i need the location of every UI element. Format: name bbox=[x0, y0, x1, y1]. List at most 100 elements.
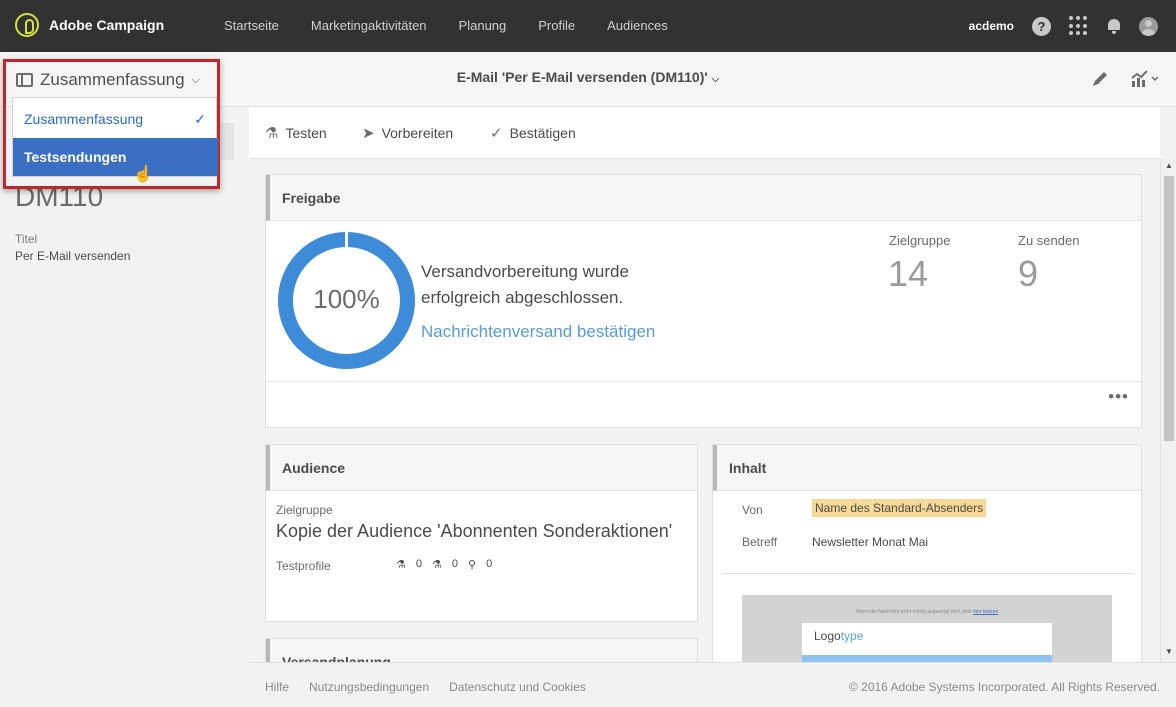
versandplanung-title: Versandplanung bbox=[266, 639, 697, 662]
action-toolbar: ⚗ Testen ➤ Vorbereiten ✓ Bestätigen bbox=[249, 107, 1160, 159]
copyright: © 2016 Adobe Systems Incorporated. All R… bbox=[848, 680, 1160, 694]
seed-icon: ⚲ bbox=[468, 559, 477, 571]
title-value: Per E-Mail versenden bbox=[15, 249, 131, 263]
preview-header-note: Wenn die Nachricht nicht richtig angezei… bbox=[742, 609, 1112, 615]
freigabe-title: Freigabe bbox=[266, 175, 1141, 221]
notifications-bell-icon[interactable] bbox=[1107, 18, 1121, 34]
main-content: ⚗ Testen ➤ Vorbereiten ✓ Bestätigen Frei… bbox=[249, 107, 1160, 662]
flask-icon: ⚗ bbox=[265, 125, 279, 142]
count: 0 bbox=[451, 558, 458, 570]
flask-icon: ⚗ bbox=[396, 559, 406, 571]
prepare-button-label: Vorbereiten bbox=[381, 125, 454, 141]
hand-cursor-icon: ☝ bbox=[133, 166, 153, 183]
confirm-button[interactable]: ✓ Bestätigen bbox=[490, 124, 576, 142]
logo-text: Logo bbox=[814, 629, 841, 643]
to-send-label: Zu senden bbox=[1018, 233, 1080, 248]
email-preview[interactable]: Wenn die Nachricht nicht richtig angezei… bbox=[742, 595, 1112, 662]
status-message: Versandvorbereitung wurde erfolgreich ab… bbox=[421, 259, 681, 311]
logo-text-accent: type bbox=[840, 629, 864, 643]
card-divider bbox=[266, 381, 1141, 382]
subject-value: Newsletter Monat Mai bbox=[812, 535, 929, 549]
count: 0 bbox=[486, 558, 493, 570]
adobe-campaign-logo-icon bbox=[15, 13, 39, 37]
audience-title: Audience bbox=[266, 445, 697, 491]
view-switch-dropdown: Zusammenfassung ⌵ Zusammenfassung ✓ Test… bbox=[3, 59, 220, 189]
panel-layout-icon bbox=[16, 73, 33, 87]
avatar[interactable] bbox=[1139, 16, 1158, 36]
versandplanung-card: Versandplanung bbox=[265, 638, 698, 662]
preview-banner bbox=[802, 655, 1052, 662]
target-label: Zielgruppe bbox=[889, 233, 951, 248]
menu-item-zusammenfassung[interactable]: Zusammenfassung ✓ bbox=[13, 100, 218, 138]
title-label: Titel bbox=[15, 232, 38, 246]
scroll-down-arrow-icon[interactable]: ▼ bbox=[1165, 647, 1173, 656]
audience-target-label: Zielgruppe bbox=[276, 503, 333, 517]
status-line: erfolgreich abgeschlossen. bbox=[421, 288, 624, 307]
inhalt-card: Inhalt Von Name des Standard-Absenders B… bbox=[712, 444, 1142, 662]
nav-item-audiences[interactable]: Audiences bbox=[591, 0, 684, 52]
inhalt-title: Inhalt bbox=[713, 445, 1141, 491]
view-switch-menu: Zusammenfassung ✓ Testsendungen ☝ bbox=[12, 97, 218, 183]
footer-link-datenschutz[interactable]: Datenschutz und Cookies bbox=[449, 680, 586, 694]
nav-item-startseite[interactable]: Startseite bbox=[208, 0, 295, 52]
test-button-label: Testen bbox=[285, 125, 327, 141]
report-chart-icon[interactable] bbox=[1130, 69, 1160, 89]
menu-item-label: Testsendungen bbox=[24, 149, 127, 165]
menu-item-label: Zusammenfassung bbox=[24, 111, 144, 127]
footer-link-hilfe[interactable]: Hilfe bbox=[265, 680, 289, 694]
page-title-text: E-Mail 'Per E-Mail versenden (DM110)' bbox=[456, 69, 708, 85]
footer-links: Hilfe Nutzungsbedingungen Datenschutz un… bbox=[265, 680, 586, 694]
send-check-icon: ✓ bbox=[490, 125, 503, 142]
freigabe-card: Freigabe 100% Versandvorbereitung wurde … bbox=[265, 174, 1142, 428]
view-switch-toggle[interactable]: Zusammenfassung ⌵ bbox=[16, 70, 200, 90]
test-profiles-label: Testprofile bbox=[276, 559, 331, 573]
test-profile-counts: ⚗ 0 ⚗ 0 ⚲ 0 bbox=[396, 558, 492, 571]
status-line: Versandvorbereitung wurde bbox=[421, 262, 629, 281]
paper-plane-icon: ➤ bbox=[362, 125, 375, 142]
flask-user-icon: ⚗ bbox=[432, 559, 442, 571]
menu-item-testsendungen[interactable]: Testsendungen ☝ bbox=[13, 138, 218, 183]
checkmark-icon: ✓ bbox=[194, 111, 206, 127]
preview-note-text: Wenn die Nachricht nicht richtig angezei… bbox=[855, 609, 974, 615]
chevron-down-icon: ⌵ bbox=[711, 74, 720, 85]
footer: Hilfe Nutzungsbedingungen Datenschutz un… bbox=[249, 662, 1176, 707]
test-button[interactable]: ⚗ Testen bbox=[265, 124, 327, 142]
from-value-text: Name des Standard-Absenders bbox=[812, 499, 987, 517]
top-navigation-bar: Adobe Campaign Startseite Marketingaktiv… bbox=[0, 0, 1176, 52]
prepare-button[interactable]: ➤ Vorbereiten bbox=[362, 124, 453, 142]
summary-panel: DM110 Titel Per E-Mail versenden bbox=[0, 107, 249, 662]
app-name: Adobe Campaign bbox=[49, 17, 165, 33]
footer-link-nutzungsbedingungen[interactable]: Nutzungsbedingungen bbox=[309, 680, 429, 694]
chevron-down-icon: ⌵ bbox=[191, 73, 200, 86]
to-send-value: 9 bbox=[1018, 253, 1039, 294]
count: 0 bbox=[415, 558, 422, 570]
help-icon[interactable]: ? bbox=[1032, 16, 1051, 36]
apps-grid-icon[interactable] bbox=[1069, 16, 1089, 36]
nav-item-planung[interactable]: Planung bbox=[443, 0, 523, 52]
audience-target-value[interactable]: Kopie der Audience 'Abonnenten Sonderakt… bbox=[276, 521, 672, 542]
from-label: Von bbox=[742, 503, 763, 517]
user-name[interactable]: acdemo bbox=[969, 19, 1014, 33]
edit-pencil-icon[interactable] bbox=[1090, 69, 1110, 89]
header-actions bbox=[1090, 69, 1160, 89]
nav-item-profile[interactable]: Profile bbox=[522, 0, 591, 52]
more-options-icon[interactable]: ••• bbox=[1108, 387, 1129, 407]
subject-label: Betreff bbox=[742, 535, 778, 549]
target-value: 14 bbox=[888, 253, 929, 294]
from-value: Name des Standard-Absenders bbox=[812, 499, 987, 517]
scroll-up-arrow-icon[interactable]: ▲ bbox=[1165, 161, 1173, 170]
main-nav: Startseite Marketingaktivitäten Planung … bbox=[208, 0, 684, 52]
top-right-controls: acdemo ? bbox=[969, 0, 1158, 52]
vertical-scrollbar[interactable]: ▲ ▼ bbox=[1160, 159, 1176, 662]
preview-logo: Logotype bbox=[814, 629, 863, 643]
audience-card: Audience Zielgruppe Kopie der Audience '… bbox=[265, 444, 698, 622]
confirm-sending-link[interactable]: Nachrichtenversand bestätigen bbox=[421, 322, 655, 342]
progress-label: 100% bbox=[313, 284, 380, 314]
view-switch-label: Zusammenfassung bbox=[40, 70, 185, 89]
scroll-thumb[interactable] bbox=[1164, 176, 1174, 441]
preview-body: Logotype bbox=[802, 623, 1052, 662]
nav-item-marketingaktivitaeten[interactable]: Marketingaktivitäten bbox=[295, 0, 443, 52]
divider bbox=[722, 573, 1134, 574]
brand[interactable]: Adobe Campaign bbox=[15, 13, 164, 37]
preview-link: hier klicken bbox=[973, 609, 999, 615]
